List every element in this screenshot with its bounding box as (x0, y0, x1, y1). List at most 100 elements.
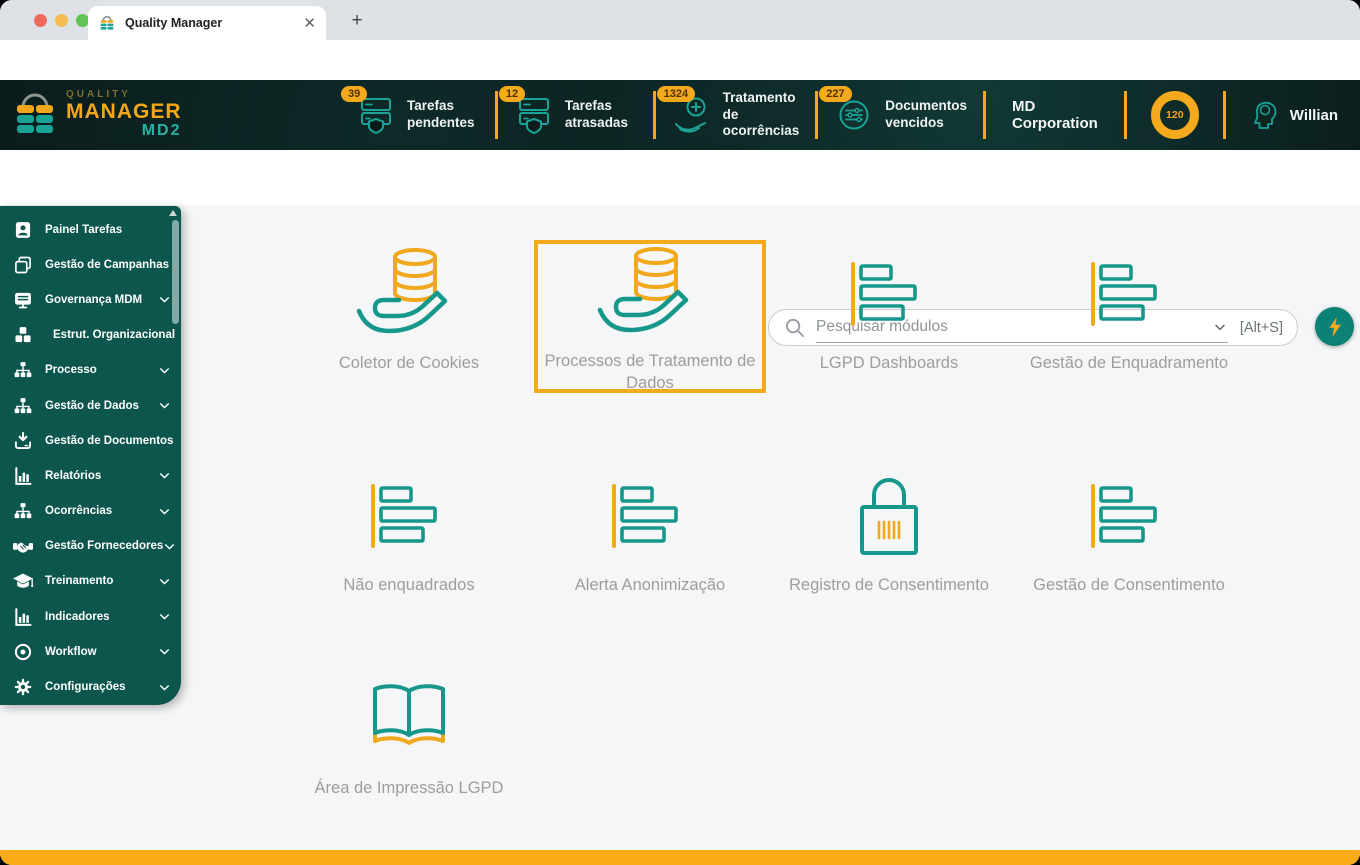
stat-tratamento-ocorrencias[interactable]: 1324 Tratamento de ocorrências (656, 90, 816, 141)
chevron-down-icon (163, 540, 176, 553)
app-header: QUALITY MANAGER MD2 39 Tarefas pendentes… (0, 80, 1360, 150)
user-profile-head-icon (1248, 98, 1278, 132)
browser-window: Quality Manager ✕ + https://www.md2quali… (0, 0, 1360, 865)
tab-strip: Quality Manager ✕ + (0, 0, 1360, 40)
close-window-button[interactable] (34, 14, 47, 27)
monitor-list-icon (12, 289, 34, 311)
sidebar-item-label: Gestão de Dados (45, 400, 139, 412)
cubes-icon (12, 324, 34, 346)
sidebar-item-label: Governança MDM (45, 294, 142, 306)
sidebar-item-label: Painel Tarefas (45, 224, 122, 236)
browser-tab[interactable]: Quality Manager ✕ (88, 6, 326, 40)
sidebar-item-label: Configurações (45, 681, 126, 693)
tab-close-icon[interactable]: ✕ (303, 14, 316, 32)
stat-label: Tratamento de ocorrências (723, 90, 800, 141)
count-badge: 227 (819, 86, 851, 102)
module-gestao-de-enquadramento[interactable]: Gestão de Enquadramento (1013, 240, 1245, 393)
module-label: Alerta Anonimização (575, 574, 725, 596)
sidebar-item-governanca-mdm[interactable]: Governança MDM (0, 282, 181, 317)
sidebar-item-ocorrencias[interactable]: Ocorrências (0, 494, 181, 529)
stat-tarefas-pendentes[interactable]: 39 Tarefas pendentes (340, 95, 495, 135)
sidebar-item-gestao-de-documentos[interactable]: Gestão de Documentos (0, 423, 181, 458)
sidebar-item-workflow[interactable]: Workflow (0, 634, 181, 669)
logo-lock-bars-icon (14, 92, 56, 138)
gear-icon (12, 676, 34, 698)
sidebar-item-label: Relatórios (45, 470, 101, 482)
stat-label: Tarefas pendentes (407, 98, 479, 132)
bottom-accent-bar (0, 850, 1360, 865)
sidebar-scrollbar[interactable] (172, 220, 179, 324)
sidebar-item-label: Indicadores (45, 611, 110, 623)
logo-word-manager: MANAGER (66, 101, 182, 123)
favicon-quality-manager-icon (98, 14, 116, 32)
sidebar-item-gestao-fornecedores[interactable]: Gestão Fornecedores (0, 529, 181, 564)
user-menu[interactable]: Willian (1226, 98, 1360, 132)
scroll-up-arrow-icon[interactable] (169, 210, 177, 216)
chevron-down-icon (158, 293, 171, 306)
org-chart-icon (12, 500, 34, 522)
window-controls[interactable] (34, 14, 89, 27)
tab-title: Quality Manager (125, 16, 294, 30)
person-badge-icon (12, 219, 34, 241)
database-hand-icon (351, 245, 467, 343)
chevron-down-icon (158, 645, 171, 658)
sidebar-item-label: Processo (45, 364, 97, 376)
download-tray-icon (12, 430, 34, 452)
sidebar-item-relatorios[interactable]: Relatórios (0, 458, 181, 493)
module-label: Coletor de Cookies (339, 352, 479, 374)
stat-tarefas-atrasadas[interactable]: 12 Tarefas atrasadas (498, 95, 653, 135)
count-badge: 1324 (657, 86, 695, 102)
chevron-down-icon (158, 575, 171, 588)
module-coletor-de-cookies[interactable]: Coletor de Cookies (293, 240, 525, 393)
count-badge: 12 (499, 86, 525, 102)
chevron-down-icon (158, 364, 171, 377)
sidebar-item-painel-tarefas[interactable]: Painel Tarefas (0, 212, 181, 247)
new-tab-button[interactable]: + (344, 8, 370, 34)
module-gestao-de-consentimento[interactable]: Gestão de Consentimento (1013, 462, 1245, 615)
target-icon (12, 641, 34, 663)
bar-chart-icon (12, 465, 34, 487)
module-lgpd-dashboards[interactable]: LGPD Dashboards (773, 240, 1005, 393)
horizontal-bars-icon (1087, 483, 1171, 549)
database-hand-icon (592, 244, 708, 342)
sidebar-item-treinamento[interactable]: Treinamento (0, 564, 181, 599)
sidebar-item-estrut-organizacional[interactable]: Estrut. Organizacional (0, 318, 181, 353)
sidebar-item-gestao-de-dados[interactable]: Gestão de Dados (0, 388, 181, 423)
module-alerta-anonimizacao[interactable]: Alerta Anonimização (534, 462, 766, 615)
open-book-icon (359, 683, 459, 755)
module-label: Processos de Tratamento de Dados (538, 350, 762, 395)
module-label: Gestão de Consentimento (1033, 574, 1225, 596)
sidebar-item-gestao-de-campanhas[interactable]: Gestão de Campanhas (0, 247, 181, 282)
sidebar-item-indicadores[interactable]: Indicadores (0, 599, 181, 634)
score-value: 120 (1166, 109, 1184, 121)
logo-word-md2: MD2 (66, 123, 182, 140)
stat-documentos-vencidos[interactable]: 227 Documentos vencidos (818, 95, 983, 135)
logo-text: QUALITY MANAGER MD2 (66, 90, 182, 139)
sidebar-item-label: Treinamento (45, 575, 113, 587)
lightning-bolt-icon (1326, 316, 1344, 338)
lock-barcode-icon (854, 473, 924, 559)
company-name[interactable]: MD Corporation (986, 98, 1124, 132)
sidebar-item-processo[interactable]: Processo (0, 353, 181, 388)
sidebar-item-label: Workflow (45, 646, 97, 658)
module-processos-de-tratamento-de-dados[interactable]: Processos de Tratamento de Dados (534, 240, 766, 393)
sidebar-item-configuracoes[interactable]: Configurações (0, 669, 181, 704)
stat-label: Documentos vencidos (885, 98, 967, 132)
module-label: Gestão de Enquadramento (1030, 352, 1228, 374)
score-ring[interactable]: 120 (1127, 91, 1223, 139)
address-bar-row: https://www.md2qualitymanager.com/lgpd_p… (0, 40, 1360, 80)
module-label: Área de Impressão LGPD (315, 777, 504, 799)
module-registro-de-consentimento[interactable]: Registro de Consentimento (773, 462, 1005, 615)
org-chart-icon (12, 359, 34, 381)
module-area-de-impressao-lgpd[interactable]: Área de Impressão LGPD (293, 665, 525, 805)
minimize-window-button[interactable] (55, 14, 68, 27)
sidebar-item-label: Estrut. Organizacional (53, 329, 175, 341)
module-nao-enquadrados[interactable]: Não enquadrados (293, 462, 525, 615)
sidebar-item-label: Gestão Fornecedores (45, 540, 163, 552)
quick-action-button[interactable] (1315, 307, 1354, 346)
horizontal-bars-icon (367, 483, 451, 549)
stat-label: Tarefas atrasadas (565, 98, 637, 132)
handshake-icon (12, 535, 34, 557)
sub-toolbar: [Alt+S] (0, 150, 1360, 205)
quality-manager-logo[interactable]: QUALITY MANAGER MD2 (0, 90, 340, 139)
